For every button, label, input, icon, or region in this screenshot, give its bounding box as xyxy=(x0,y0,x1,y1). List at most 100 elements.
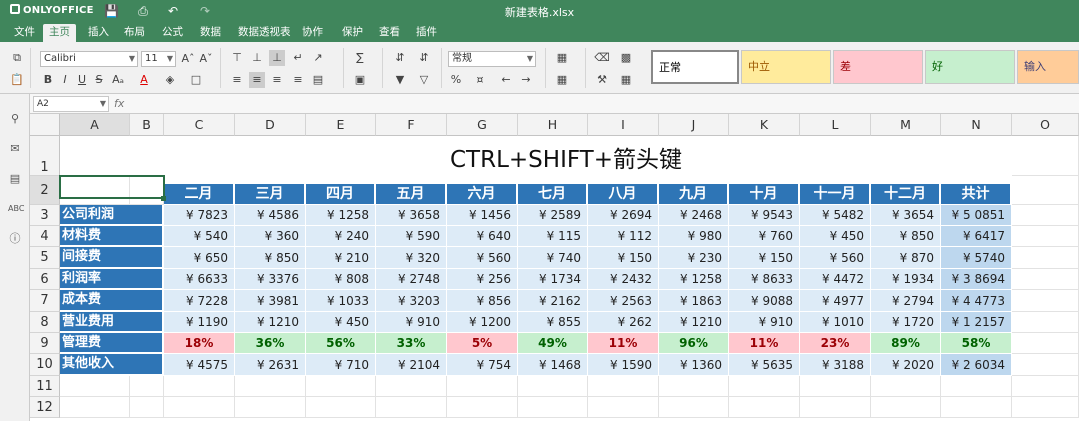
value-cell[interactable]: ¥ 5740 xyxy=(941,247,1012,269)
value-cell[interactable]: ¥ 1033 xyxy=(306,290,376,312)
filter-icon[interactable]: ▼ xyxy=(392,72,408,88)
row-header[interactable]: 8 xyxy=(30,312,60,333)
empty-cell[interactable] xyxy=(588,376,659,397)
value-cell[interactable]: ¥ 256 xyxy=(447,269,518,290)
value-cell[interactable]: ¥ 2631 xyxy=(235,354,306,376)
active-cell-selection[interactable] xyxy=(59,175,165,199)
sort-ascending-icon[interactable]: ⇵ xyxy=(392,50,408,66)
tab-6[interactable]: 数据透视表 xyxy=(232,24,297,42)
align-right-icon[interactable]: ≡ xyxy=(269,72,285,88)
value-cell[interactable]: ¥ 115 xyxy=(518,226,588,247)
empty-cell[interactable] xyxy=(1012,354,1079,376)
paste-icon[interactable]: 📋 xyxy=(9,72,25,88)
month-header-cell[interactable]: 七月 xyxy=(518,184,588,205)
value-cell[interactable]: ¥ 850 xyxy=(871,226,941,247)
value-cell[interactable]: ¥ 3981 xyxy=(235,290,306,312)
value-cell[interactable]: ¥ 2432 xyxy=(588,269,659,290)
sheet-title-cell[interactable]: CTRL+SHIFT+箭头键 xyxy=(90,136,1042,176)
percent-cell[interactable]: 5% xyxy=(447,333,518,354)
empty-cell[interactable] xyxy=(588,397,659,418)
value-cell[interactable]: ¥ 3654 xyxy=(871,205,941,226)
value-cell[interactable]: ¥ 710 xyxy=(306,354,376,376)
value-cell[interactable]: ¥ 640 xyxy=(447,226,518,247)
cell-style-4[interactable]: 输入 xyxy=(1017,50,1079,84)
conditional-format-icon[interactable]: ▩ xyxy=(618,50,634,66)
format-as-table-icon[interactable]: ▦ xyxy=(618,72,634,88)
empty-cell[interactable] xyxy=(941,397,1012,418)
empty-cell[interactable] xyxy=(376,397,447,418)
number-format-select[interactable]: 常规 ▼ xyxy=(448,51,536,67)
value-cell[interactable]: ¥ 2 6034 xyxy=(941,354,1012,376)
value-cell[interactable]: ¥ 2468 xyxy=(659,205,729,226)
tab-4[interactable]: 公式 xyxy=(156,24,189,42)
empty-cell[interactable] xyxy=(800,376,871,397)
value-cell[interactable]: ¥ 980 xyxy=(659,226,729,247)
tab-5[interactable]: 数据 xyxy=(194,24,227,42)
value-cell[interactable]: ¥ 1720 xyxy=(871,312,941,333)
empty-cell[interactable] xyxy=(1012,397,1079,418)
value-cell[interactable]: ¥ 590 xyxy=(376,226,447,247)
value-cell[interactable]: ¥ 855 xyxy=(518,312,588,333)
empty-cell[interactable] xyxy=(447,376,518,397)
text-orientation-icon[interactable]: ↗ xyxy=(310,50,326,66)
percent-cell[interactable]: 23% xyxy=(800,333,871,354)
column-header[interactable]: D xyxy=(235,114,306,136)
value-cell[interactable]: ¥ 1210 xyxy=(659,312,729,333)
empty-cell[interactable] xyxy=(941,376,1012,397)
value-cell[interactable]: ¥ 560 xyxy=(447,247,518,269)
comments-icon[interactable]: ✉ xyxy=(8,142,22,156)
empty-cell[interactable] xyxy=(1012,136,1079,176)
increase-decimal-icon[interactable]: → xyxy=(518,72,534,88)
value-cell[interactable]: ¥ 540 xyxy=(164,226,235,247)
column-header[interactable]: I xyxy=(588,114,659,136)
about-icon[interactable]: ⓘ xyxy=(8,232,22,246)
percent-cell[interactable]: 89% xyxy=(871,333,941,354)
row-label-cell[interactable]: 成本费 xyxy=(60,290,164,312)
column-header[interactable]: K xyxy=(729,114,800,136)
value-cell[interactable]: ¥ 230 xyxy=(659,247,729,269)
value-cell[interactable]: ¥ 4575 xyxy=(164,354,235,376)
value-cell[interactable]: ¥ 360 xyxy=(235,226,306,247)
row-header[interactable]: 4 xyxy=(30,226,60,247)
column-header[interactable]: M xyxy=(871,114,941,136)
month-header-cell[interactable]: 八月 xyxy=(588,184,659,205)
value-cell[interactable]: ¥ 210 xyxy=(306,247,376,269)
month-header-cell[interactable]: 六月 xyxy=(447,184,518,205)
value-cell[interactable]: ¥ 320 xyxy=(376,247,447,269)
row-header[interactable]: 9 xyxy=(30,333,60,354)
empty-cell[interactable] xyxy=(871,397,941,418)
value-cell[interactable]: ¥ 740 xyxy=(518,247,588,269)
percent-cell[interactable]: 36% xyxy=(235,333,306,354)
month-header-cell[interactable]: 十二月 xyxy=(871,184,941,205)
borders-icon[interactable]: □ xyxy=(188,72,204,88)
empty-cell[interactable] xyxy=(235,397,306,418)
empty-cell[interactable] xyxy=(376,376,447,397)
row-label-cell[interactable]: 材料费 xyxy=(60,226,164,247)
font-name-select[interactable]: Calibri ▼ xyxy=(40,51,138,67)
month-header-cell[interactable]: 三月 xyxy=(235,184,306,205)
row-label-cell[interactable]: 管理费 xyxy=(60,333,164,354)
empty-cell[interactable] xyxy=(518,376,588,397)
empty-cell[interactable] xyxy=(659,376,729,397)
value-cell[interactable]: ¥ 910 xyxy=(729,312,800,333)
empty-cell[interactable] xyxy=(447,397,518,418)
percent-cell[interactable]: 96% xyxy=(659,333,729,354)
value-cell[interactable]: ¥ 1010 xyxy=(800,312,871,333)
value-cell[interactable]: ¥ 5635 xyxy=(729,354,800,376)
percent-cell[interactable]: 49% xyxy=(518,333,588,354)
value-cell[interactable]: ¥ 4977 xyxy=(800,290,871,312)
value-cell[interactable]: ¥ 6417 xyxy=(941,226,1012,247)
empty-cell[interactable] xyxy=(130,397,164,418)
cell-style-2[interactable]: 差 xyxy=(833,50,923,84)
value-cell[interactable]: ¥ 870 xyxy=(871,247,941,269)
chat-icon[interactable]: ▤ xyxy=(8,172,22,186)
empty-cell[interactable] xyxy=(306,397,376,418)
row-label-cell[interactable]: 间接费 xyxy=(60,247,164,269)
increase-font-icon[interactable]: Aˆ xyxy=(180,51,196,67)
value-cell[interactable]: ¥ 3203 xyxy=(376,290,447,312)
value-cell[interactable]: ¥ 1258 xyxy=(306,205,376,226)
value-cell[interactable]: ¥ 3658 xyxy=(376,205,447,226)
column-header[interactable]: G xyxy=(447,114,518,136)
percent-cell[interactable]: 33% xyxy=(376,333,447,354)
subscript-icon[interactable]: Aₐ xyxy=(110,72,126,88)
